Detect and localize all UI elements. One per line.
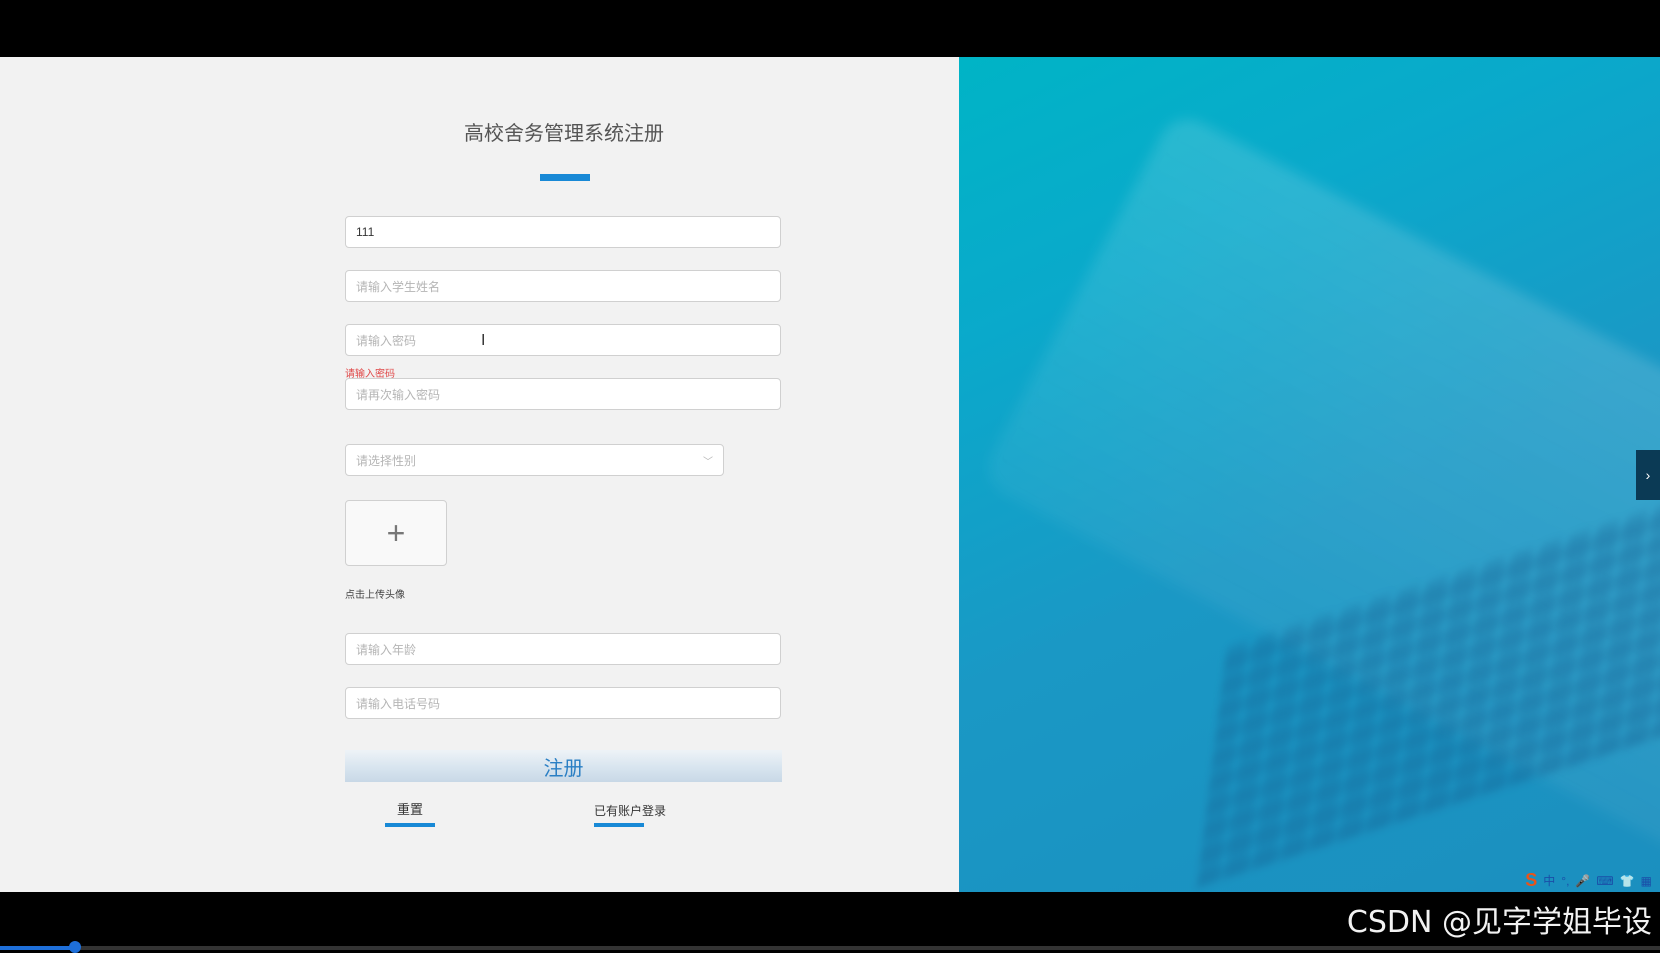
phone-input[interactable]: 请输入电话号码 [345, 687, 781, 719]
chevron-down-icon: ﹀ [703, 456, 713, 468]
register-button[interactable]: 注册 [345, 750, 782, 782]
tray-item[interactable]: 中 [1543, 872, 1555, 889]
toolbox-icon[interactable]: ▦ [1641, 874, 1652, 888]
confirm-password-input[interactable]: 请再次输入密码 [345, 378, 781, 410]
username-input[interactable]: 111 [345, 216, 781, 248]
student-name-input[interactable]: 请输入学生姓名 [345, 270, 781, 302]
gender-select[interactable]: 请选择性别 ﹀ [345, 444, 724, 476]
text-cursor-icon: I [481, 332, 486, 349]
title-underline [540, 174, 590, 181]
microphone-icon[interactable]: 🎤 [1575, 874, 1590, 888]
top-black-bar [0, 0, 1660, 57]
skin-icon[interactable]: 👕 [1620, 874, 1635, 888]
side-expand-button[interactable]: › [1636, 450, 1660, 500]
registration-page: 高校舍务管理系统注册 111 请输入学生姓名 请输入密码 I 请输入密码 请再次… [0, 57, 1660, 892]
reset-link[interactable]: 重置 [385, 799, 435, 818]
ime-tray[interactable]: S 中 °, 🎤 ⌨ 👕 ▦ [1525, 870, 1652, 891]
avatar-upload-label: 点击上传头像 [345, 590, 405, 601]
video-progress-fill [0, 946, 75, 950]
sogou-logo-icon: S [1525, 870, 1538, 890]
login-link[interactable]: 已有账户登录 [590, 802, 670, 819]
gender-select-placeholder: 请选择性别 [356, 453, 417, 468]
chevron-right-icon: › [1645, 467, 1651, 483]
age-input[interactable]: 请输入年龄 [345, 633, 781, 665]
watermark: CSDN @见字学姐毕设 [1346, 905, 1652, 940]
reset-link-underline [385, 823, 435, 827]
avatar-upload-button[interactable]: + [345, 500, 447, 566]
keyboard-icon[interactable]: ⌨ [1596, 874, 1613, 888]
plus-icon: + [386, 514, 406, 551]
video-progress-track[interactable] [0, 946, 1660, 950]
screen: 高校舍务管理系统注册 111 请输入学生姓名 请输入密码 I 请输入密码 请再次… [0, 0, 1660, 953]
login-link-underline [594, 823, 644, 827]
hero-image-panel: › S 中 °, 🎤 ⌨ 👕 ▦ [959, 57, 1660, 892]
password-input[interactable]: 请输入密码 [345, 324, 781, 356]
form-panel: 高校舍务管理系统注册 111 请输入学生姓名 请输入密码 I 请输入密码 请再次… [0, 57, 959, 892]
tray-item[interactable]: °, [1561, 874, 1569, 888]
video-progress-handle[interactable] [68, 941, 81, 953]
